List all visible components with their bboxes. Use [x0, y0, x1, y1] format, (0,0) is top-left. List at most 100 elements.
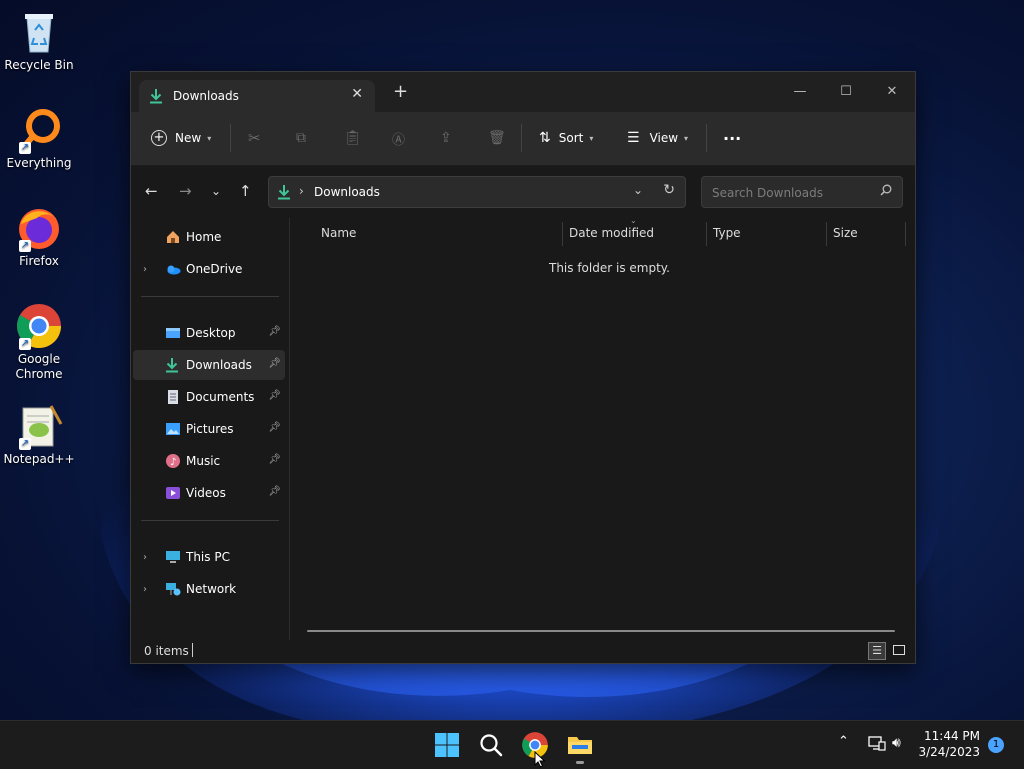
breadcrumb-downloads[interactable]: Downloads: [314, 185, 380, 199]
share-button[interactable]: ⇪: [440, 126, 452, 150]
shortcut-arrow-icon: ↗: [19, 142, 31, 154]
column-divider[interactable]: [826, 222, 827, 246]
nav-item-label: Pictures: [186, 422, 234, 436]
nav-item-label: Network: [186, 582, 237, 596]
view-button[interactable]: ☰ View ▾: [627, 126, 688, 150]
expand-chevron-icon[interactable]: ›: [143, 264, 147, 275]
recycle-bin-icon: [15, 8, 63, 56]
view-list-icon: ☰: [627, 130, 640, 146]
nav-item-label: Home: [186, 230, 222, 244]
pin-icon[interactable]: 📌︎: [268, 486, 281, 497]
home-icon: [165, 229, 181, 245]
everything-icon: ↗: [15, 106, 63, 154]
nav-item-downloads[interactable]: Downloads 📌︎: [133, 350, 285, 380]
nav-item-documents[interactable]: Documents 📌︎: [133, 382, 285, 412]
paste-button[interactable]: 📋︎: [344, 126, 362, 150]
volume-icon[interactable]: 🔊︎: [892, 735, 901, 751]
network-icon: [165, 581, 181, 597]
cut-button[interactable]: ✂: [248, 126, 261, 150]
video-icon: [165, 485, 181, 501]
sort-button-label: Sort: [558, 131, 584, 145]
view-button-label: View: [649, 131, 679, 145]
pin-icon[interactable]: 📌︎: [268, 326, 281, 337]
details-view-button[interactable]: ☰: [868, 642, 886, 660]
system-clock[interactable]: 11:44 PM 3/24/2023: [918, 728, 980, 760]
column-divider[interactable]: [706, 222, 707, 246]
nav-item-network[interactable]: › Network: [133, 574, 285, 604]
nav-divider: [141, 520, 279, 521]
network-status-icon[interactable]: [868, 735, 886, 755]
nav-item-onedrive[interactable]: › OneDrive: [133, 254, 285, 284]
pin-icon[interactable]: 📌︎: [268, 358, 281, 369]
nav-item-videos[interactable]: Videos 📌︎: [133, 478, 285, 508]
taskbar-file-explorer-button[interactable]: [566, 731, 594, 764]
chrome-icon: ↗: [15, 302, 63, 350]
desktop-icon-everything[interactable]: ↗ Everything: [0, 106, 78, 171]
navigation-pane: Home › OneDrive Desktop 📌︎ Downloads 📌︎ …: [131, 218, 290, 640]
start-button[interactable]: [433, 731, 461, 759]
maximize-button[interactable]: ☐: [823, 78, 869, 106]
download-icon: [165, 357, 181, 373]
new-tab-button[interactable]: +: [393, 83, 408, 101]
column-header-type[interactable]: Type: [713, 226, 741, 240]
pin-icon[interactable]: 📌︎: [268, 422, 281, 433]
refresh-icon[interactable]: ↻: [663, 182, 675, 198]
show-hidden-icons-chevron-icon[interactable]: ⌃: [838, 734, 849, 749]
minimize-button[interactable]: —: [777, 78, 823, 106]
pin-icon[interactable]: 📌︎: [268, 454, 281, 465]
chevron-down-icon: ▾: [589, 133, 594, 143]
delete-button[interactable]: 🗑︎: [488, 126, 506, 150]
tab-downloads[interactable]: Downloads ✕: [139, 80, 375, 112]
desktop-icon-label: Notepad++: [3, 452, 75, 466]
search-input[interactable]: [710, 183, 874, 203]
address-bar[interactable]: › Downloads ⌄ ↻: [268, 176, 686, 208]
expand-chevron-icon[interactable]: ›: [143, 552, 147, 563]
pin-icon[interactable]: 📌︎: [268, 390, 281, 401]
nav-item-pictures[interactable]: Pictures 📌︎: [133, 414, 285, 444]
desktop-icon-label: Firefox: [19, 254, 59, 268]
column-header-name[interactable]: Name: [321, 226, 356, 240]
sort-button[interactable]: ⇅ Sort ▾: [539, 126, 593, 150]
search-box[interactable]: [701, 176, 903, 208]
column-divider[interactable]: [562, 222, 563, 246]
nav-item-desktop[interactable]: Desktop 📌︎: [133, 318, 285, 348]
column-divider[interactable]: [905, 222, 906, 246]
back-arrow-icon[interactable]: ←: [145, 182, 158, 200]
new-button-label: New: [175, 131, 202, 145]
horizontal-scrollbar[interactable]: [307, 630, 895, 632]
nav-item-label: Documents: [186, 390, 255, 404]
rename-button[interactable]: Ⓐ: [392, 126, 405, 150]
tab-close-icon[interactable]: ✕: [351, 86, 363, 102]
tiles-view-button[interactable]: [890, 642, 908, 660]
plus-circle-icon: +: [151, 130, 167, 146]
taskbar-search-button[interactable]: [477, 731, 505, 759]
shortcut-arrow-icon: ↗: [19, 438, 31, 450]
copy-button[interactable]: ⧉: [296, 126, 306, 150]
recent-chevron-down-icon[interactable]: ⌄: [211, 184, 221, 198]
nav-item-music[interactable]: ♪ Music 📌︎: [133, 446, 285, 476]
desktop-icon-google-chrome[interactable]: ↗ Google Chrome: [0, 302, 78, 382]
shortcut-arrow-icon: ↗: [19, 338, 31, 350]
breadcrumb-chevron-icon[interactable]: ›: [299, 184, 304, 198]
more-options-button[interactable]: ···: [723, 126, 741, 150]
taskbar: ⌃ 🔊︎ 11:44 PM 3/24/2023 1: [0, 720, 1024, 769]
desktop-icon-notepad-plus-plus[interactable]: ↗ Notepad++: [0, 402, 78, 467]
close-button[interactable]: ✕: [869, 78, 915, 106]
new-button[interactable]: + New ▾: [151, 126, 211, 150]
music-icon: ♪: [165, 453, 181, 469]
address-dropdown-icon[interactable]: ⌄: [633, 183, 643, 197]
column-header-size[interactable]: Size: [833, 226, 858, 240]
up-arrow-icon[interactable]: ↑: [239, 182, 252, 200]
desktop-icon-firefox[interactable]: ↗ Firefox: [0, 204, 78, 269]
firefox-icon: ↗: [15, 204, 63, 252]
desktop-icon-recycle-bin[interactable]: Recycle Bin: [0, 8, 78, 73]
nav-item-label: Downloads: [186, 358, 252, 372]
forward-arrow-icon[interactable]: →: [179, 182, 192, 200]
notification-badge[interactable]: 1: [988, 737, 1004, 753]
rename-icon: Ⓐ: [392, 132, 406, 148]
nav-item-home[interactable]: Home: [133, 222, 285, 252]
search-icon: [480, 734, 503, 757]
expand-chevron-icon[interactable]: ›: [143, 584, 147, 595]
nav-item-this-pc[interactable]: › This PC: [133, 542, 285, 572]
column-header-date-modified[interactable]: Date modified: [569, 226, 654, 240]
